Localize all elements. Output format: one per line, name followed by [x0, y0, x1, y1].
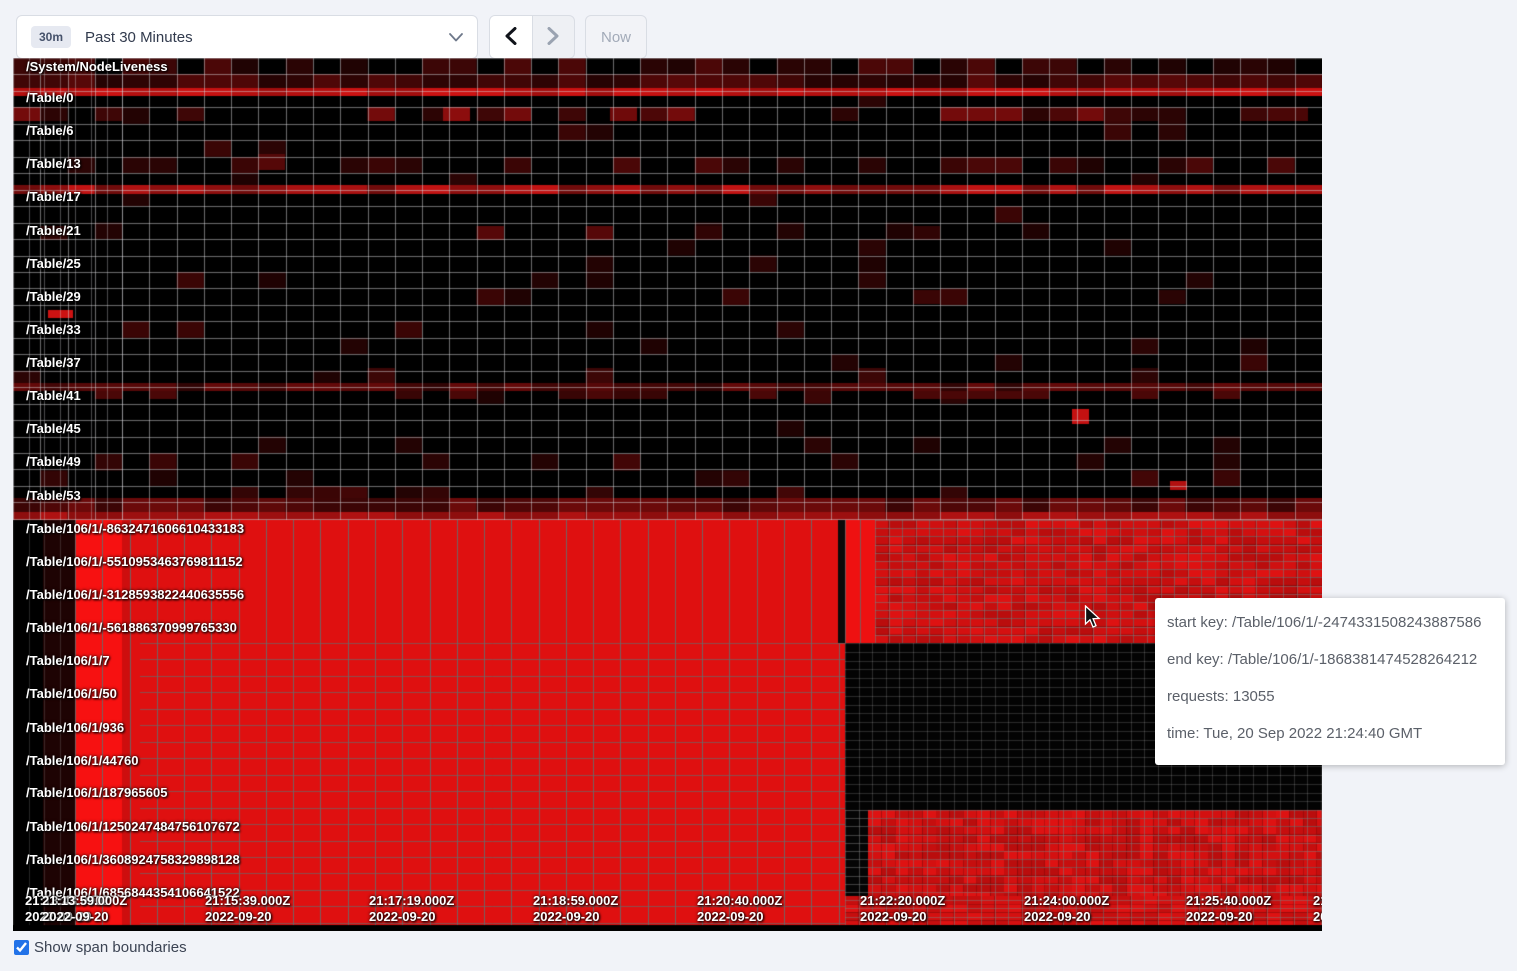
time-window-badge: 30m [31, 26, 71, 48]
time-window-select[interactable]: 30m Past 30 Minutes [16, 15, 478, 59]
tooltip-requests: requests: 13055 [1167, 678, 1505, 715]
tooltip-time: time: Tue, 20 Sep 2022 21:24:40 GMT [1167, 715, 1505, 752]
show-span-boundaries-label: Show span boundaries [34, 939, 187, 956]
hover-tooltip: start key: /Table/106/1/-247433150824388… [1155, 598, 1505, 765]
prev-window-button[interactable] [490, 16, 533, 58]
time-nav-group [489, 15, 575, 59]
key-visualizer-heatmap[interactable]: /System/NodeLiveness/Table/0/Table/6/Tab… [13, 58, 1322, 931]
now-button[interactable]: Now [585, 15, 647, 59]
show-span-boundaries[interactable]: Show span boundaries [14, 939, 187, 956]
chevron-down-icon [449, 33, 463, 42]
next-window-button[interactable] [533, 16, 575, 58]
time-window-label: Past 30 Minutes [85, 29, 193, 46]
heatmap-canvas[interactable] [13, 58, 1322, 931]
show-span-boundaries-checkbox[interactable] [14, 940, 29, 955]
tooltip-end-key: end key: /Table/106/1/-18683814745282642… [1167, 641, 1505, 678]
chevron-right-icon [547, 27, 559, 48]
tooltip-start-key: start key: /Table/106/1/-247433150824388… [1167, 604, 1505, 641]
chevron-left-icon [505, 27, 517, 48]
key-visualizer-page: 30m Past 30 Minutes Now /System/NodeLive… [0, 0, 1517, 971]
